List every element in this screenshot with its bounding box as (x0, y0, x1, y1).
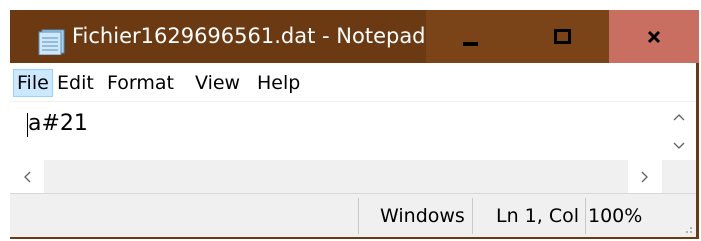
status-divider (585, 198, 586, 234)
status-zoom: 100% (588, 205, 643, 227)
scroll-right-button[interactable] (628, 160, 662, 193)
menu-view[interactable]: View (192, 69, 243, 97)
title-bar[interactable]: Fichier1629696561.dat - Notepad (10, 10, 699, 63)
menu-help[interactable]: Help (254, 69, 303, 97)
scroll-left-button[interactable] (10, 160, 44, 193)
chevron-left-icon (24, 171, 31, 182)
resize-grip-icon[interactable] (683, 224, 693, 234)
maximize-icon (553, 29, 571, 44)
status-encoding: Windows (380, 205, 465, 227)
vertical-scrollbar[interactable] (662, 102, 696, 160)
chevron-right-icon (641, 171, 648, 182)
menu-bar: File Edit Format View Help (10, 63, 696, 102)
horizontal-scrollbar[interactable] (10, 160, 662, 193)
notepad-icon (38, 29, 65, 55)
scrollbar-corner (662, 160, 696, 193)
status-divider (358, 198, 359, 234)
menu-file[interactable]: File (13, 69, 53, 97)
text-editor[interactable]: a#21 (10, 102, 662, 160)
close-button[interactable] (609, 10, 699, 63)
window-title: Fichier1629696561.dat - Notepad (72, 24, 426, 48)
chevron-down-icon (673, 142, 685, 149)
scroll-up-button[interactable] (662, 102, 696, 131)
close-icon (647, 30, 661, 43)
minimize-button[interactable] (426, 10, 515, 63)
editor-content[interactable]: a#21 (28, 111, 88, 136)
menu-edit[interactable]: Edit (54, 69, 97, 97)
status-position: Ln 1, Col (496, 205, 580, 227)
status-divider (472, 198, 473, 234)
scroll-down-button[interactable] (662, 131, 696, 160)
minimize-icon (463, 41, 478, 46)
maximize-button[interactable] (515, 10, 609, 63)
status-bar: Windows Ln 1, Col 100% (10, 193, 696, 237)
menu-format[interactable]: Format (104, 69, 177, 97)
chevron-up-icon (673, 113, 685, 120)
